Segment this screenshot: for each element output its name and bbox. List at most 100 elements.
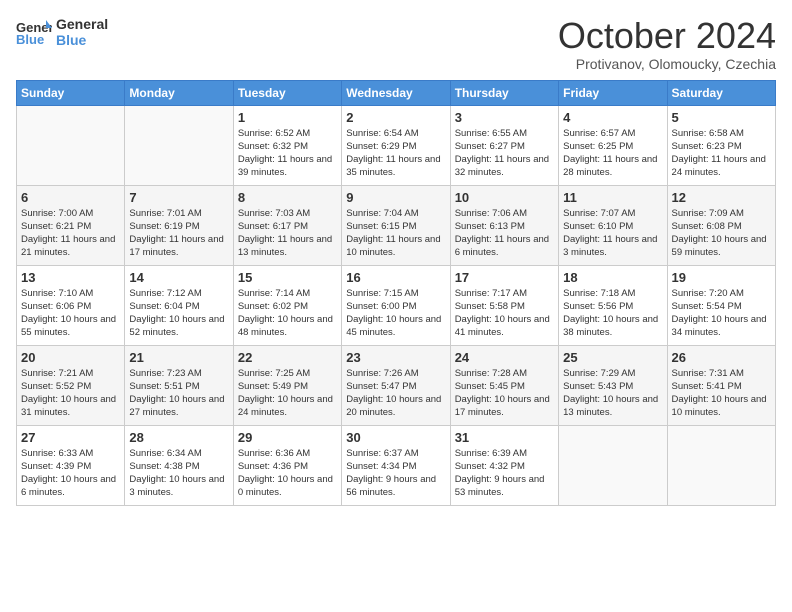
calendar-cell: 22 Sunrise: 7:25 AM Sunset: 5:49 PM Dayli… [233,345,341,425]
day-info: Sunrise: 7:23 AM Sunset: 5:51 PM Dayligh… [129,367,228,420]
calendar-cell: 21 Sunrise: 7:23 AM Sunset: 5:51 PM Dayli… [125,345,233,425]
day-info: Sunrise: 6:33 AM Sunset: 4:39 PM Dayligh… [21,447,120,500]
day-info: Sunrise: 7:21 AM Sunset: 5:52 PM Dayligh… [21,367,120,420]
calendar-cell: 25Sunrise: 7:29 AM Sunset: 5:43 PM Dayli… [559,345,667,425]
day-info: Sunrise: 7:10 AM Sunset: 6:06 PM Dayligh… [21,287,120,340]
calendar-cell: 9 Sunrise: 7:04 AM Sunset: 6:15 PM Daylig… [342,185,450,265]
day-info: Sunrise: 6:37 AM Sunset: 4:34 PM Dayligh… [346,447,445,500]
calendar-cell: 29 Sunrise: 6:36 AM Sunset: 4:36 PM Dayli… [233,425,341,505]
calendar-cell: 6 Sunrise: 7:00 AM Sunset: 6:21 PM Daylig… [17,185,125,265]
calendar-cell: 28 Sunrise: 6:34 AM Sunset: 4:38 PM Dayli… [125,425,233,505]
day-info: Sunrise: 6:34 AM Sunset: 4:38 PM Dayligh… [129,447,228,500]
day-number: 21 [129,350,228,365]
calendar-cell: 14Sunrise: 7:12 AM Sunset: 6:04 PM Dayli… [125,265,233,345]
day-info: Sunrise: 7:14 AM Sunset: 6:02 PM Dayligh… [238,287,337,340]
day-header-wednesday: Wednesday [342,80,450,105]
day-info: Sunrise: 7:29 AM Sunset: 5:43 PM Dayligh… [563,367,662,420]
calendar-cell: 17 Sunrise: 7:17 AM Sunset: 5:58 PM Dayli… [450,265,558,345]
day-number: 16 [346,270,445,285]
calendar-cell [559,425,667,505]
day-header-saturday: Saturday [667,80,775,105]
day-info: Sunrise: 7:31 AM Sunset: 5:41 PM Dayligh… [672,367,771,420]
day-number: 13 [21,270,120,285]
day-number: 8 [238,190,337,205]
calendar-header-row: SundayMondayTuesdayWednesdayThursdayFrid… [17,80,776,105]
day-number: 5 [672,110,771,125]
day-header-monday: Monday [125,80,233,105]
day-info: Sunrise: 6:36 AM Sunset: 4:36 PM Dayligh… [238,447,337,500]
day-info: Sunrise: 6:39 AM Sunset: 4:32 PM Dayligh… [455,447,554,500]
day-info: Sunrise: 7:06 AM Sunset: 6:13 PM Dayligh… [455,207,554,260]
day-number: 7 [129,190,228,205]
calendar-cell: 5 Sunrise: 6:58 AM Sunset: 6:23 PM Daylig… [667,105,775,185]
logo-icon: General Blue [16,18,52,46]
calendar-cell: 2 Sunrise: 6:54 AM Sunset: 6:29 PM Daylig… [342,105,450,185]
day-info: Sunrise: 6:52 AM Sunset: 6:32 PM Dayligh… [238,127,337,180]
day-info: Sunrise: 7:17 AM Sunset: 5:58 PM Dayligh… [455,287,554,340]
calendar-cell: 12 Sunrise: 7:09 AM Sunset: 6:08 PM Dayli… [667,185,775,265]
calendar-week-row: 6 Sunrise: 7:00 AM Sunset: 6:21 PM Daylig… [17,185,776,265]
calendar-cell: 30Sunrise: 6:37 AM Sunset: 4:34 PM Dayli… [342,425,450,505]
day-number: 22 [238,350,337,365]
day-info: Sunrise: 7:09 AM Sunset: 6:08 PM Dayligh… [672,207,771,260]
calendar-cell: 11Sunrise: 7:07 AM Sunset: 6:10 PM Dayli… [559,185,667,265]
day-number: 18 [563,270,662,285]
day-number: 31 [455,430,554,445]
calendar-cell: 10 Sunrise: 7:06 AM Sunset: 6:13 PM Dayli… [450,185,558,265]
calendar-cell [125,105,233,185]
calendar-cell: 15 Sunrise: 7:14 AM Sunset: 6:02 PM Dayli… [233,265,341,345]
day-info: Sunrise: 6:54 AM Sunset: 6:29 PM Dayligh… [346,127,445,180]
day-info: Sunrise: 6:58 AM Sunset: 6:23 PM Dayligh… [672,127,771,180]
logo-line2: Blue [56,32,108,48]
day-number: 1 [238,110,337,125]
day-info: Sunrise: 7:25 AM Sunset: 5:49 PM Dayligh… [238,367,337,420]
calendar-cell: 20Sunrise: 7:21 AM Sunset: 5:52 PM Dayli… [17,345,125,425]
day-info: Sunrise: 7:20 AM Sunset: 5:54 PM Dayligh… [672,287,771,340]
day-info: Sunrise: 7:00 AM Sunset: 6:21 PM Dayligh… [21,207,120,260]
page-header: General Blue General Blue October 2024 P… [16,16,776,72]
calendar-cell: 23 Sunrise: 7:26 AM Sunset: 5:47 PM Dayli… [342,345,450,425]
day-number: 9 [346,190,445,205]
day-info: Sunrise: 6:57 AM Sunset: 6:25 PM Dayligh… [563,127,662,180]
day-header-thursday: Thursday [450,80,558,105]
day-header-friday: Friday [559,80,667,105]
day-number: 15 [238,270,337,285]
calendar-week-row: 20Sunrise: 7:21 AM Sunset: 5:52 PM Dayli… [17,345,776,425]
day-number: 26 [672,350,771,365]
day-info: Sunrise: 7:04 AM Sunset: 6:15 PM Dayligh… [346,207,445,260]
calendar-cell: 26 Sunrise: 7:31 AM Sunset: 5:41 PM Dayli… [667,345,775,425]
calendar-cell: 19Sunrise: 7:20 AM Sunset: 5:54 PM Dayli… [667,265,775,345]
calendar-cell: 3Sunrise: 6:55 AM Sunset: 6:27 PM Daylig… [450,105,558,185]
day-number: 27 [21,430,120,445]
day-number: 24 [455,350,554,365]
calendar-cell: 27 Sunrise: 6:33 AM Sunset: 4:39 PM Dayli… [17,425,125,505]
day-number: 23 [346,350,445,365]
day-number: 29 [238,430,337,445]
day-number: 10 [455,190,554,205]
day-info: Sunrise: 7:28 AM Sunset: 5:45 PM Dayligh… [455,367,554,420]
calendar-cell: 7 Sunrise: 7:01 AM Sunset: 6:19 PM Daylig… [125,185,233,265]
day-header-tuesday: Tuesday [233,80,341,105]
calendar-body: 1 Sunrise: 6:52 AM Sunset: 6:32 PM Daylig… [17,105,776,505]
calendar-cell: 18Sunrise: 7:18 AM Sunset: 5:56 PM Dayli… [559,265,667,345]
title-block: October 2024 Protivanov, Olomoucky, Czec… [558,16,776,72]
day-number: 12 [672,190,771,205]
calendar-cell: 8 Sunrise: 7:03 AM Sunset: 6:17 PM Daylig… [233,185,341,265]
svg-text:Blue: Blue [16,32,44,46]
day-info: Sunrise: 6:55 AM Sunset: 6:27 PM Dayligh… [455,127,554,180]
day-info: Sunrise: 7:26 AM Sunset: 5:47 PM Dayligh… [346,367,445,420]
day-info: Sunrise: 7:12 AM Sunset: 6:04 PM Dayligh… [129,287,228,340]
calendar-cell: 24 Sunrise: 7:28 AM Sunset: 5:45 PM Dayli… [450,345,558,425]
day-number: 17 [455,270,554,285]
logo: General Blue General Blue [16,16,108,48]
day-info: Sunrise: 7:01 AM Sunset: 6:19 PM Dayligh… [129,207,228,260]
calendar-cell: 13 Sunrise: 7:10 AM Sunset: 6:06 PM Dayli… [17,265,125,345]
day-info: Sunrise: 7:03 AM Sunset: 6:17 PM Dayligh… [238,207,337,260]
day-number: 6 [21,190,120,205]
day-number: 11 [563,190,662,205]
calendar-cell: 31 Sunrise: 6:39 AM Sunset: 4:32 PM Dayli… [450,425,558,505]
day-number: 2 [346,110,445,125]
day-number: 28 [129,430,228,445]
calendar-cell [17,105,125,185]
calendar-week-row: 1 Sunrise: 6:52 AM Sunset: 6:32 PM Daylig… [17,105,776,185]
